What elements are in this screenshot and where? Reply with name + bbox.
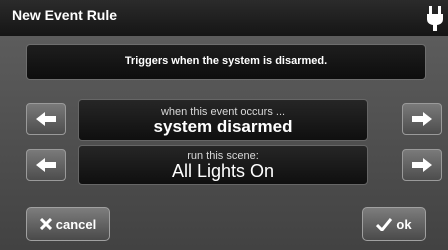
checkmark-icon <box>376 217 393 231</box>
arrow-right-icon <box>412 158 432 172</box>
rule-description: Triggers when the system is disarmed. <box>26 44 426 80</box>
window-title: New Event Rule <box>12 7 118 23</box>
scene-selector[interactable]: run this scene: All Lights On <box>78 145 368 185</box>
event-selector[interactable]: when this event occurs ... system disarm… <box>78 99 368 141</box>
ok-label: ok <box>396 216 412 232</box>
event-value: system disarmed <box>153 117 293 136</box>
arrow-left-icon <box>36 112 56 126</box>
title-bar: New Event Rule <box>0 0 448 36</box>
x-icon <box>39 218 52 230</box>
scene-prev-button[interactable] <box>26 149 66 181</box>
scene-value: All Lights On <box>171 161 275 181</box>
event-prev-button[interactable] <box>26 103 66 135</box>
power-plug-icon[interactable] <box>426 4 444 32</box>
scene-next-button[interactable] <box>402 149 442 181</box>
ok-button[interactable]: ok <box>362 207 426 241</box>
cancel-button[interactable]: cancel <box>26 207 110 241</box>
arrow-right-icon <box>412 112 432 126</box>
cancel-label: cancel <box>55 216 97 232</box>
event-next-button[interactable] <box>402 103 442 135</box>
arrow-left-icon <box>36 158 56 172</box>
